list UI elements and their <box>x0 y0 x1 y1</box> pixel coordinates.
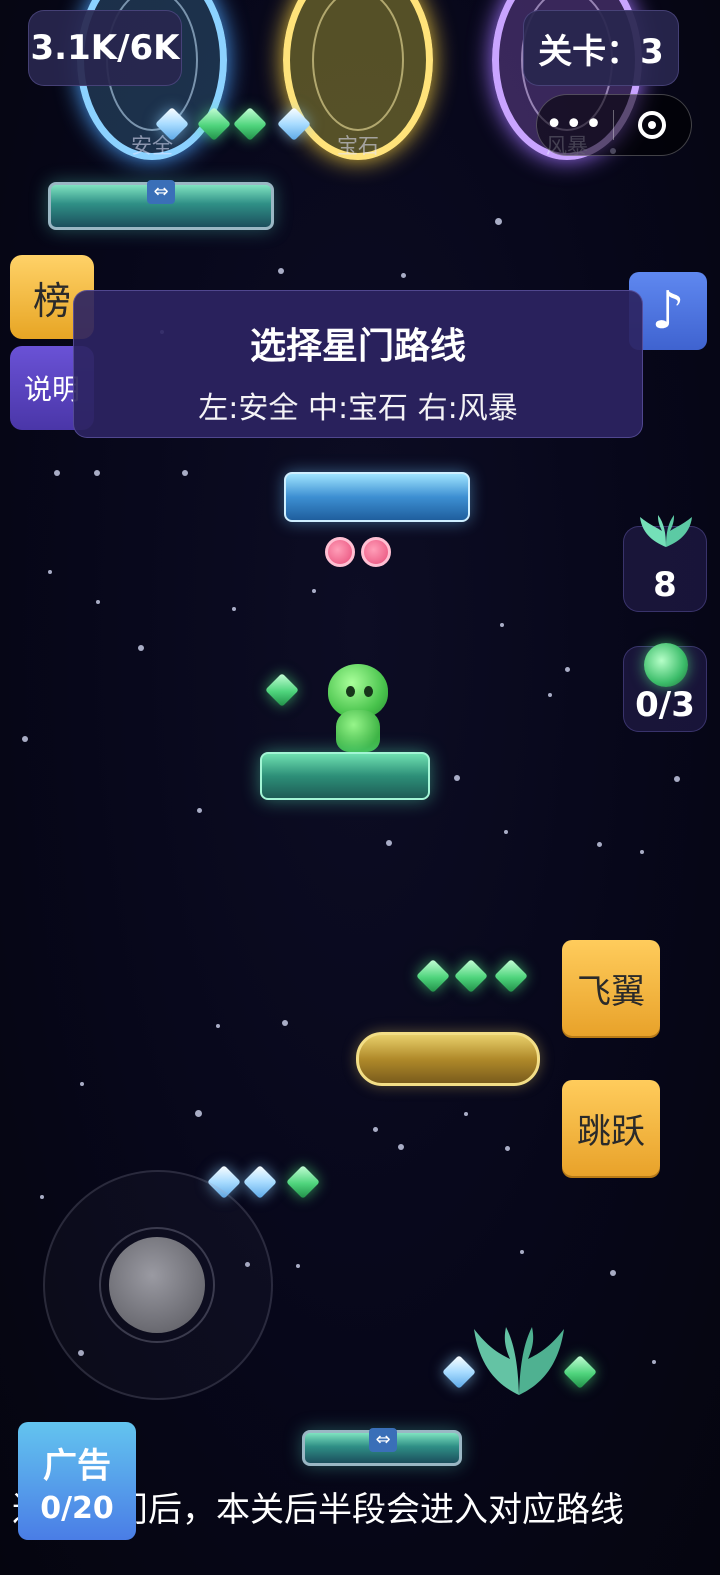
platform-jade <box>260 752 430 800</box>
ad-reward-button[interactable]: 广告 0/20 <box>18 1422 136 1540</box>
orb-progress: 0/3 <box>635 685 695 725</box>
wings-icon <box>640 515 692 547</box>
star <box>674 776 680 782</box>
platform-ice <box>284 472 470 522</box>
gem-green <box>494 959 528 993</box>
star <box>282 1020 288 1026</box>
star <box>40 1195 44 1199</box>
star <box>216 1024 220 1028</box>
gem-green <box>416 959 450 993</box>
star <box>520 1250 524 1254</box>
star <box>565 667 570 672</box>
gem-green <box>454 959 488 993</box>
green-orb-icon <box>644 643 688 687</box>
notice-title: 选择星门路线 <box>249 326 466 367</box>
red-orb <box>361 537 391 567</box>
wings-item-badge: 8 <box>623 515 707 612</box>
star <box>138 645 144 651</box>
star <box>610 1270 616 1276</box>
player-slime <box>322 664 394 756</box>
wings-pickup-icon <box>474 1327 564 1395</box>
star <box>464 1112 468 1116</box>
red-orb <box>325 537 355 567</box>
star <box>96 600 100 604</box>
star <box>312 589 316 593</box>
star <box>548 693 552 697</box>
joystick-knob[interactable] <box>109 1237 205 1333</box>
star <box>652 1360 656 1364</box>
wings-count: 8 <box>653 565 677 605</box>
gem-green <box>265 673 299 707</box>
star <box>22 736 28 742</box>
star <box>401 273 406 278</box>
notice-subtitle: 左:安全 中:宝石 右:风暴 <box>198 391 518 426</box>
level-display: 关卡：3 <box>523 10 679 86</box>
gate-safe-label: 安全 <box>131 134 173 158</box>
miniprogram-capsule: ••• <box>536 94 692 156</box>
gem-green <box>286 1165 320 1199</box>
star <box>504 830 508 834</box>
fly-button[interactable]: 飞翼 <box>562 940 660 1036</box>
ad-count: 0/20 <box>40 1491 114 1526</box>
star <box>232 607 236 611</box>
star <box>94 470 100 476</box>
score-display: 3.1K/6K <box>28 10 182 86</box>
platform-gold <box>356 1032 540 1086</box>
star <box>500 623 504 627</box>
star <box>505 1146 510 1151</box>
slime-eye <box>364 686 373 697</box>
star <box>195 1110 202 1117</box>
slime-body <box>336 710 380 752</box>
gate-gem-label: 宝石 <box>337 134 379 158</box>
star <box>373 1127 378 1132</box>
gem-green <box>563 1355 597 1389</box>
moving-arrow-icon: ⇔ <box>369 1428 397 1452</box>
star <box>597 842 602 847</box>
orb-item-badge: 0/3 <box>623 643 707 732</box>
star <box>296 1264 300 1268</box>
moving-arrow-icon: ⇔ <box>147 180 175 204</box>
star <box>398 1144 404 1150</box>
star <box>197 808 202 813</box>
slime-eye <box>346 686 355 697</box>
star <box>80 1082 84 1086</box>
gem-blue <box>243 1165 277 1199</box>
star <box>495 218 502 225</box>
star <box>386 840 392 846</box>
gate-gem-inner <box>312 0 404 131</box>
star <box>278 268 284 274</box>
game-stage: 安全 宝石 风暴 3.1K/6K 关卡：3 ••• ⇔ 榜 说明 ♪ 选择星门路… <box>0 0 720 1575</box>
ad-title: 广告 <box>43 1446 111 1486</box>
star <box>454 775 460 781</box>
target-icon <box>638 111 667 139</box>
close-miniprogram-button[interactable] <box>614 111 692 139</box>
star <box>640 850 644 854</box>
star <box>48 570 52 574</box>
jump-button[interactable]: 跳跃 <box>562 1080 660 1176</box>
route-notice: 选择星门路线 左:安全 中:宝石 右:风暴 <box>73 290 643 438</box>
more-menu-button[interactable]: ••• <box>537 94 613 156</box>
gem-green <box>233 107 267 141</box>
star <box>54 470 60 476</box>
star <box>182 470 188 476</box>
